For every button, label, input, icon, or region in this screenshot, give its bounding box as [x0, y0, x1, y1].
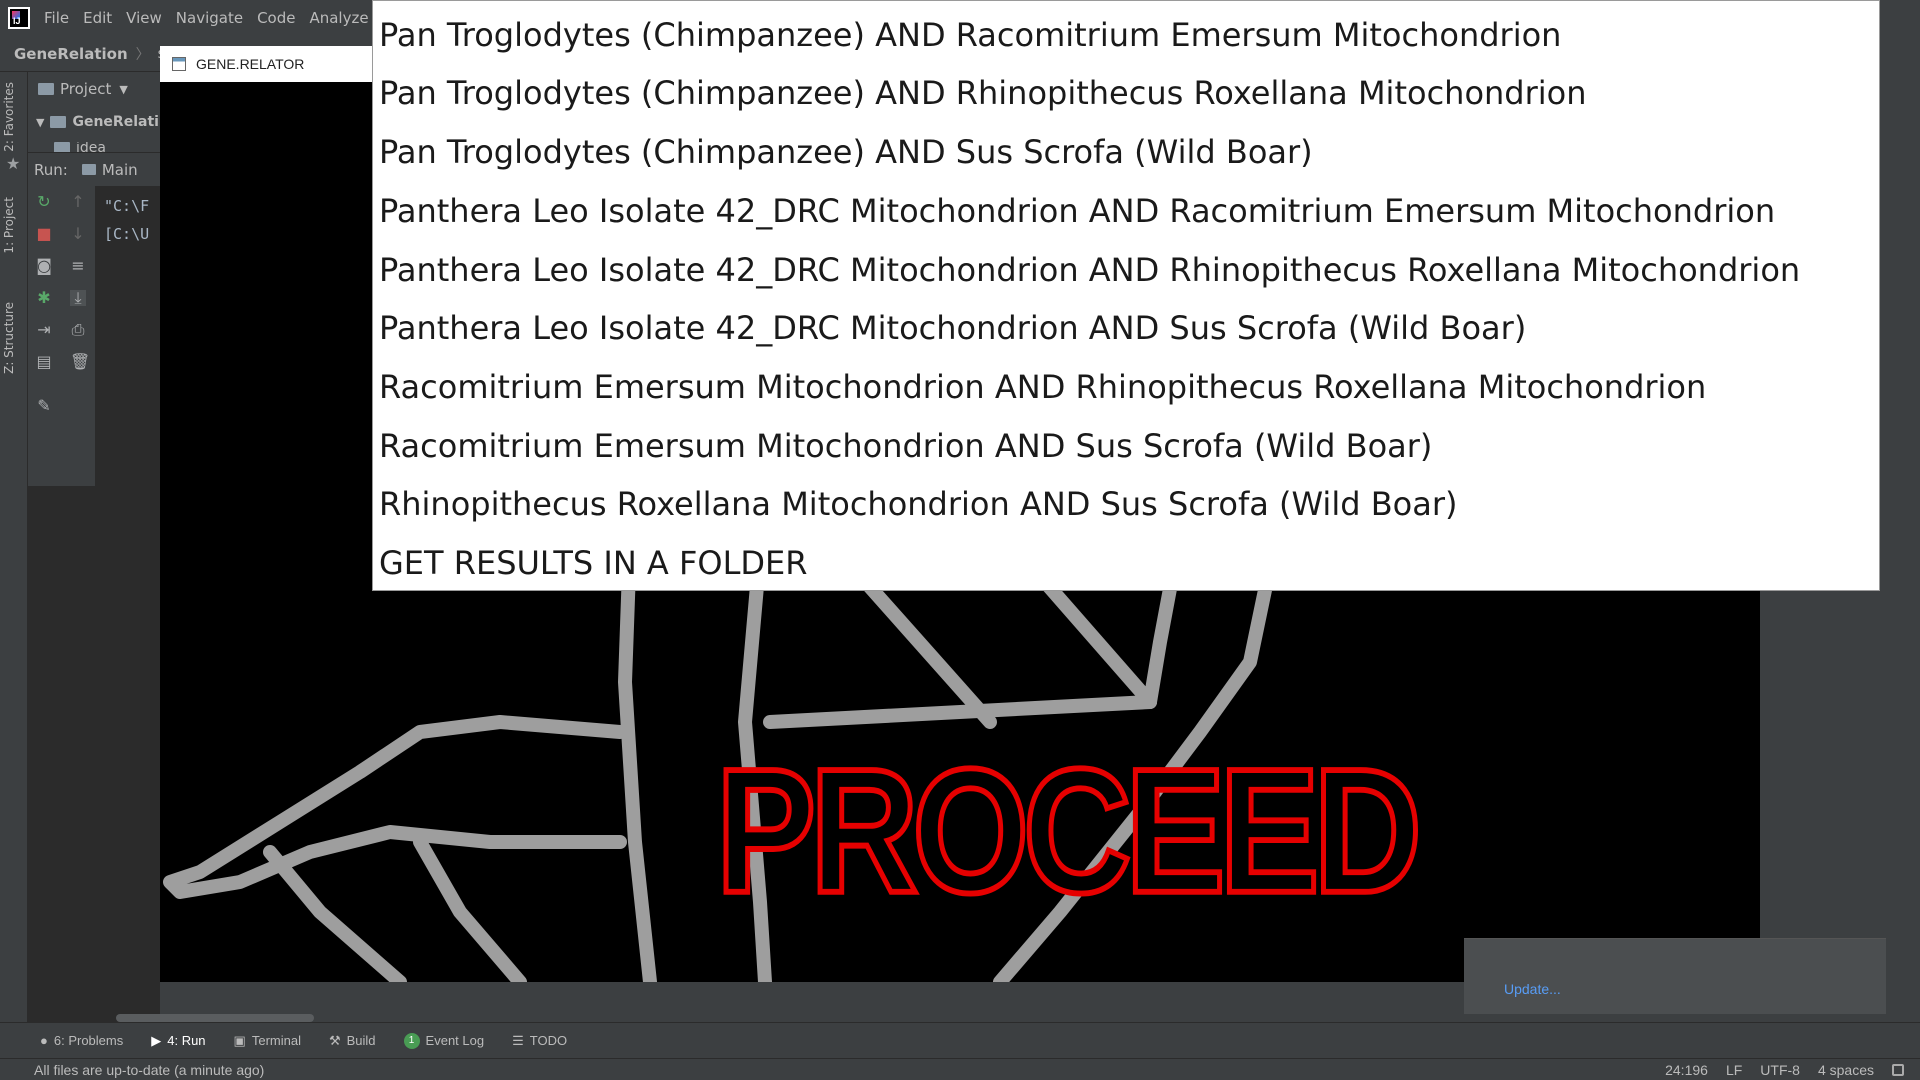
print-icon[interactable]: ⎙	[70, 322, 86, 338]
breadcrumb: GeneRelation 〉 src	[0, 36, 178, 72]
run-config-label: Main	[101, 160, 138, 179]
tab-terminal-label: Terminal	[251, 1033, 301, 1048]
project-panel-header[interactable]: Project ▼	[28, 72, 160, 106]
project-tree: ▼ GeneRelati idea	[28, 106, 160, 158]
window-icon	[172, 57, 186, 71]
chevron-down-icon: ▼	[119, 82, 128, 96]
artwork-line	[163, 715, 627, 899]
tab-favorites[interactable]: 2: Favorites	[2, 82, 16, 152]
left-tool-stripe: 2: Favorites ★ 1: Project Z: Structure	[0, 72, 28, 1022]
editor-tab-gene-relator[interactable]: GENE.RELATOR	[160, 46, 374, 82]
list-icon: ☰	[512, 1032, 524, 1048]
terminal-icon: ▣	[233, 1032, 246, 1048]
pin-icon[interactable]: ✎	[36, 398, 52, 414]
layout-icon[interactable]: ▤	[36, 354, 52, 370]
chevron-down-icon: ▼	[36, 115, 45, 129]
dropdown-option[interactable]: Racomitrium Emersum Mitochondrion AND Su…	[379, 417, 1432, 475]
artwork-line	[763, 695, 1157, 729]
stop-icon[interactable]: ■	[36, 226, 52, 242]
status-right-group: 24:196 LF UTF-8 4 spaces	[1665, 1059, 1904, 1080]
debug-icon[interactable]: ✱	[36, 290, 52, 306]
folder-icon	[50, 116, 67, 128]
tab-todo-label: TODO	[529, 1033, 568, 1048]
line-separator[interactable]: LF	[1726, 1062, 1742, 1078]
indent-setting[interactable]: 4 spaces	[1818, 1062, 1874, 1078]
menu-code[interactable]: Code	[253, 9, 305, 27]
run-toolbar-left: ↻ ■ ◙ ✱ ⇥ ▤ ✎	[28, 186, 60, 486]
info-icon: ●	[40, 1033, 48, 1048]
run-console-output[interactable]: "C:\F [C:\U	[96, 186, 160, 1022]
run-config-tab[interactable]: Main	[81, 160, 138, 179]
tab-project[interactable]: 1: Project	[2, 197, 16, 254]
tab-run-label: 4: Run	[167, 1033, 206, 1048]
intellij-logo-icon: IJ	[8, 7, 30, 29]
breadcrumb-separator-icon: 〉	[135, 46, 150, 63]
console-line: "C:\F	[104, 197, 150, 215]
proceed-button[interactable]: PROCEED	[714, 739, 1425, 922]
comparison-dropdown-list[interactable]: Pan Troglodytes (Chimpanzee) AND Racomit…	[372, 0, 1880, 591]
lock-icon[interactable]	[1892, 1064, 1904, 1076]
play-icon: ▶	[151, 1032, 162, 1048]
dropdown-option[interactable]: Racomitrium Emersum Mitochondrion AND Rh…	[379, 358, 1706, 416]
dropdown-option[interactable]: Pan Troglodytes (Chimpanzee) AND Rhinopi…	[379, 64, 1587, 122]
tree-item-root[interactable]: ▼ GeneRelati	[36, 114, 159, 130]
bottom-tool-bar: ● 6: Problems ▶ 4: Run ▣ Terminal ⚒ Buil…	[0, 1022, 1920, 1058]
menu-analyze[interactable]: Analyze	[305, 9, 378, 27]
status-bar: All files are up-to-date (a minute ago) …	[0, 1058, 1920, 1080]
camera-icon[interactable]: ◙	[36, 258, 52, 274]
rerun-icon[interactable]: ↻	[36, 194, 52, 210]
horizontal-scrollbar[interactable]	[116, 1014, 314, 1022]
dropdown-option[interactable]: Panthera Leo Isolate 42_DRC Mitochondrio…	[379, 241, 1800, 299]
tab-problems-label: 6: Problems	[53, 1033, 124, 1048]
tab-build-label: Build	[346, 1033, 376, 1048]
tab-event-log-label: Event Log	[425, 1033, 485, 1048]
tool-window-area: Project ▼ ▼ GeneRelati idea Run: Main ↻ …	[28, 72, 160, 1022]
tree-item-label: GeneRelati	[72, 114, 159, 130]
editor-tab-title: GENE.RELATOR	[196, 56, 305, 72]
project-panel-title: Project	[60, 80, 112, 98]
run-config-icon	[81, 164, 96, 175]
dropdown-option[interactable]: Panthera Leo Isolate 42_DRC Mitochondrio…	[379, 299, 1526, 357]
run-panel-header: Run: Main	[28, 152, 160, 186]
menu-navigate[interactable]: Navigate	[172, 9, 253, 27]
star-icon: ★	[6, 154, 21, 173]
project-view-icon	[38, 83, 54, 95]
tab-event-log[interactable]: 1 Event Log	[403, 1032, 485, 1049]
tab-build[interactable]: ⚒ Build	[329, 1033, 376, 1049]
menu-view[interactable]: View	[122, 9, 172, 27]
update-link[interactable]: Update...	[1504, 981, 1561, 997]
down-arrow-icon[interactable]: ↓	[70, 226, 86, 242]
breadcrumb-project[interactable]: GeneRelation	[14, 45, 128, 63]
up-arrow-icon[interactable]: ↑	[70, 194, 86, 210]
event-log-count-badge: 1	[403, 1032, 420, 1049]
hammer-icon: ⚒	[328, 1032, 341, 1048]
status-message: All files are up-to-date (a minute ago)	[34, 1061, 265, 1078]
tab-terminal[interactable]: ▣ Terminal	[234, 1033, 301, 1049]
run-label: Run:	[34, 160, 68, 179]
trash-icon[interactable]: 🗑	[70, 354, 90, 370]
menu-edit[interactable]: Edit	[79, 9, 122, 27]
tab-problems[interactable]: ● 6: Problems	[40, 1033, 123, 1048]
artwork-line	[413, 835, 527, 982]
caret-position[interactable]: 24:196	[1665, 1062, 1708, 1078]
run-toolbar-right: ↑ ↓ ≡ ⤓ ⎙ 🗑	[60, 186, 96, 486]
dropdown-option[interactable]: Pan Troglodytes (Chimpanzee) AND Racomit…	[379, 6, 1561, 64]
soft-wrap-icon[interactable]: ≡	[70, 258, 86, 274]
tab-todo[interactable]: ☰ TODO	[512, 1033, 567, 1049]
dropdown-option[interactable]: Pan Troglodytes (Chimpanzee) AND Sus Scr…	[379, 123, 1313, 181]
update-notification: Update...	[1464, 938, 1886, 1014]
tab-run[interactable]: ▶ 4: Run	[151, 1033, 205, 1049]
artwork-line	[263, 845, 407, 982]
exit-icon[interactable]: ⇥	[36, 322, 52, 338]
dropdown-option-get-results[interactable]: GET RESULTS IN A FOLDER	[379, 534, 808, 590]
tab-structure[interactable]: Z: Structure	[2, 302, 16, 374]
dropdown-option[interactable]: Rhinopithecus Roxellana Mitochondrion AN…	[379, 475, 1457, 533]
scroll-to-end-icon[interactable]: ⤓	[70, 290, 86, 306]
file-encoding[interactable]: UTF-8	[1760, 1062, 1800, 1078]
console-line: [C:\U	[104, 225, 150, 243]
menu-file[interactable]: File	[40, 9, 79, 27]
dropdown-option[interactable]: Panthera Leo Isolate 42_DRC Mitochondrio…	[379, 182, 1775, 240]
artwork-line	[618, 535, 657, 982]
